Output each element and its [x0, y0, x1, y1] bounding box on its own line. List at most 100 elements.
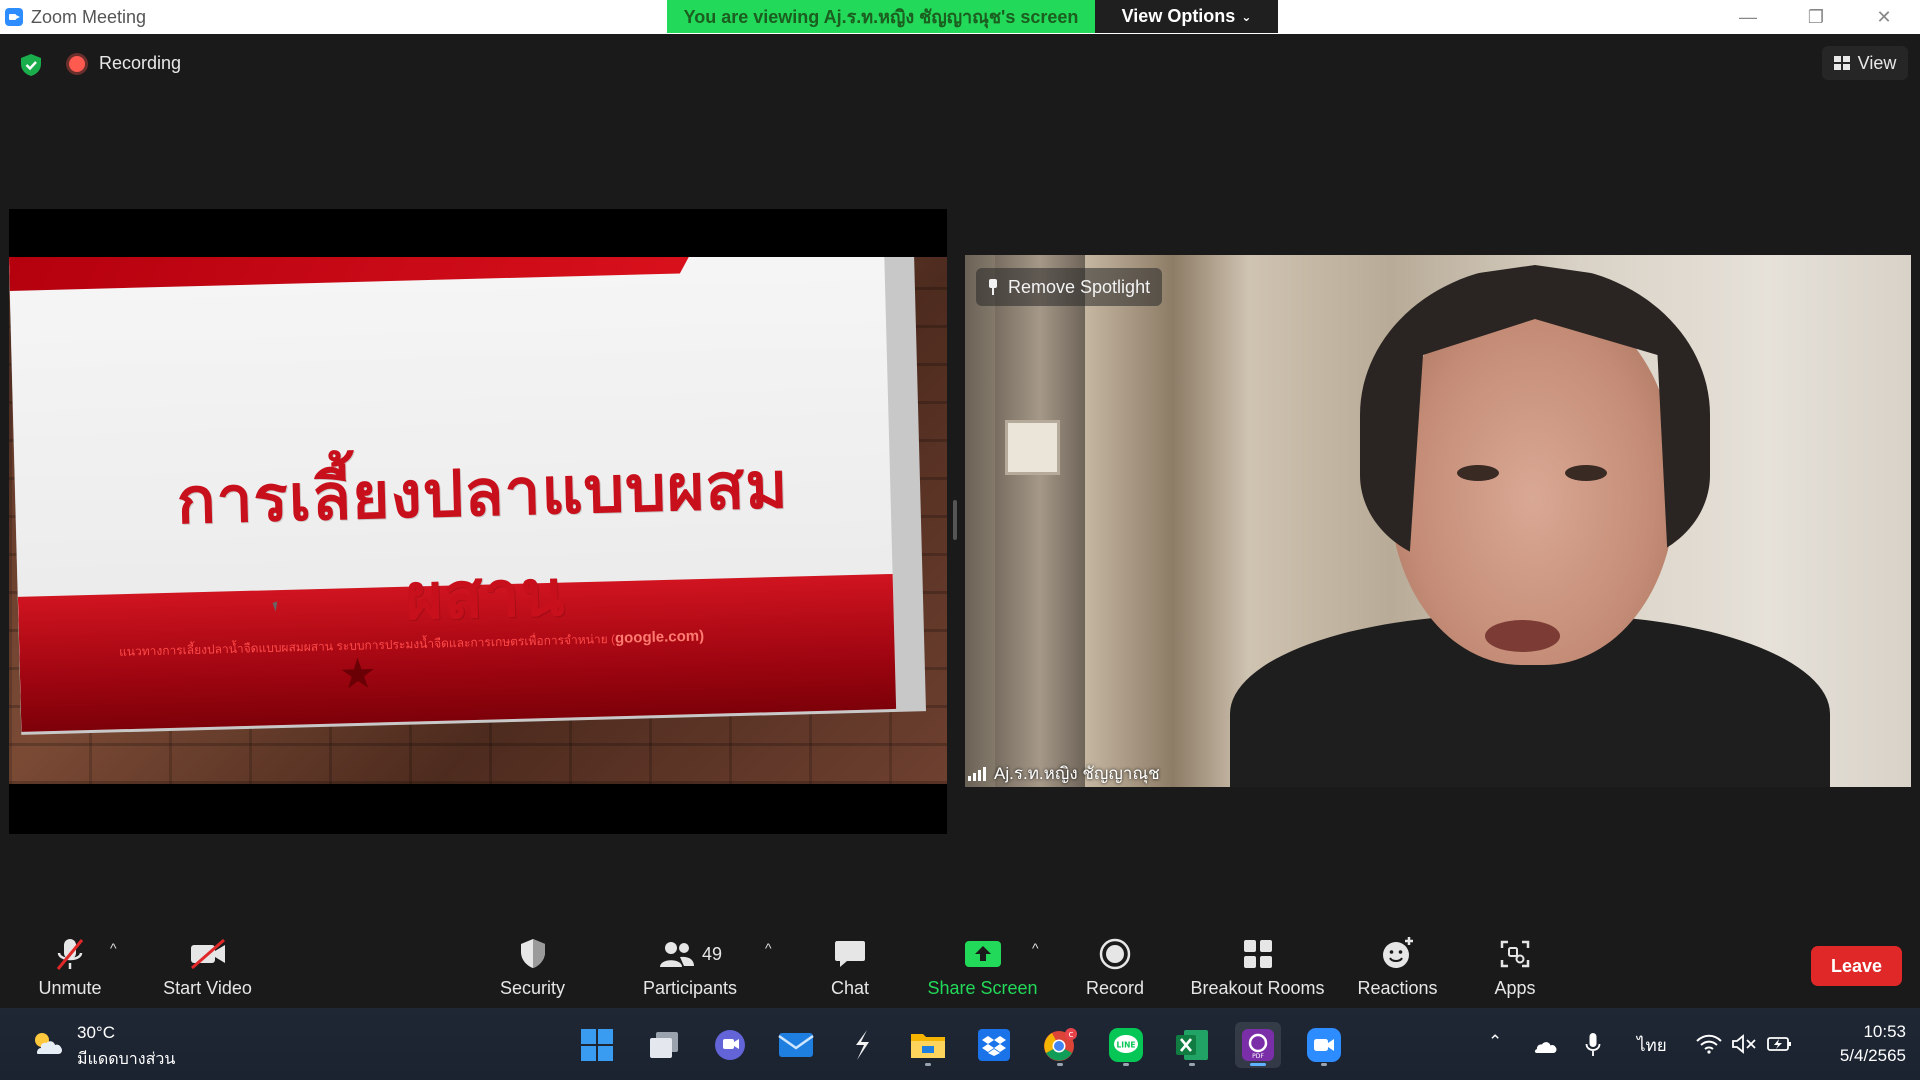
task-view-icon: [650, 1032, 678, 1058]
chrome-button[interactable]: c: [1037, 1022, 1083, 1068]
battery-charging-icon[interactable]: [1766, 1034, 1794, 1054]
app-s-button[interactable]: [839, 1022, 885, 1068]
video-background-door: [995, 255, 1085, 787]
breakout-rooms-label: Breakout Rooms: [1190, 978, 1325, 998]
breakout-rooms-button[interactable]: Breakout Rooms: [1185, 922, 1330, 1008]
recording-label: Recording: [99, 53, 182, 73]
share-screen-arrow-icon: [964, 941, 1001, 967]
microphone-muted-icon: [56, 939, 84, 970]
start-video-button[interactable]: Start Video: [155, 922, 260, 1008]
recording-indicator-icon: [69, 56, 85, 72]
line-button[interactable]: LINE: [1103, 1022, 1149, 1068]
pin-icon: [988, 279, 998, 295]
teams-chat-button[interactable]: [707, 1022, 753, 1068]
record-button[interactable]: Record: [1080, 922, 1150, 1008]
share-screen-button[interactable]: Share Screen: [920, 922, 1045, 1008]
meeting-security-shield-icon[interactable]: [18, 52, 44, 78]
share-options-caret-icon[interactable]: ^: [1032, 940, 1039, 956]
running-indicator: [925, 1063, 931, 1066]
participant-eye-right: [1565, 465, 1607, 481]
dropbox-icon: [978, 1029, 1010, 1061]
weather-description[interactable]: มีแดดบางส่วน: [77, 1047, 175, 1072]
teams-chat-icon: [715, 1030, 745, 1060]
signal-strength-icon: [968, 766, 986, 781]
viewing-screen-banner: You are viewing Aj.ร.ท.หญิง ชัญญาณุช's s…: [667, 0, 1095, 33]
security-button[interactable]: Security: [490, 922, 575, 1008]
view-options-button[interactable]: View Options ⌄: [1095, 0, 1278, 33]
shared-screen[interactable]: การเลี้ยงปลาแบบผสมผสาน แนวทางการเลี้ยงปล…: [9, 209, 947, 834]
restore-button[interactable]: ❐: [1782, 0, 1850, 34]
wifi-icon[interactable]: [1696, 1034, 1722, 1054]
mail-button[interactable]: [773, 1022, 819, 1068]
security-shield-icon: [520, 939, 545, 968]
apps-button[interactable]: Apps: [1485, 922, 1545, 1008]
microphone-in-use-icon[interactable]: [1585, 1032, 1601, 1058]
taskbar-clock-time[interactable]: 10:53: [1816, 1022, 1906, 1042]
zoom-app-icon: [5, 8, 23, 26]
slide-title: การเลี้ยงปลาแบบผสมผสาน: [175, 448, 790, 636]
reactions-label: Reactions: [1357, 978, 1438, 998]
participant-name-tag: Aj.ร.ท.หญิง ชัญญาณุช: [968, 760, 1160, 787]
remove-spotlight-label: Remove Spotlight: [1008, 276, 1151, 297]
star-icon: ★: [338, 649, 378, 698]
audio-options-caret-icon[interactable]: ^: [110, 940, 117, 956]
window-title: Zoom Meeting: [31, 7, 147, 27]
share-screen-label: Share Screen: [927, 978, 1038, 998]
leave-button[interactable]: Leave: [1811, 946, 1902, 986]
running-indicator: [1189, 1063, 1195, 1066]
slide-top-stripe: [9, 257, 699, 292]
slide-subtitle-link: google.com): [614, 627, 705, 647]
meeting-toolbar: Unmute ^ Start Video Security 49 Partici…: [0, 922, 1920, 1008]
record-icon: [1099, 938, 1131, 970]
taskbar-clock-date[interactable]: 5/4/2565: [1816, 1046, 1906, 1066]
presentation-slide: การเลี้ยงปลาแบบผสมผสาน แนวทางการเลี้ยงปล…: [9, 257, 947, 784]
panel-splitter-handle[interactable]: [953, 500, 957, 540]
zoom-taskbar-button[interactable]: [1301, 1022, 1347, 1068]
participants-icon: [659, 942, 694, 967]
chat-button[interactable]: Chat: [820, 922, 880, 1008]
participant-mouth: [1485, 620, 1560, 652]
unmute-button[interactable]: Unmute: [30, 922, 110, 1008]
minimize-button[interactable]: —: [1714, 0, 1782, 34]
mail-icon: [778, 1033, 814, 1057]
excel-button[interactable]: [1169, 1022, 1215, 1068]
pdf-app-button[interactable]: PDF: [1235, 1022, 1281, 1068]
task-view-button[interactable]: [641, 1022, 687, 1068]
weather-temperature[interactable]: 30°C: [77, 1023, 115, 1043]
participant-eye-left: [1457, 465, 1499, 481]
grid-layout-icon: [1833, 56, 1850, 70]
svg-text:LINE: LINE: [1117, 1041, 1136, 1050]
file-explorer-button[interactable]: [905, 1022, 951, 1068]
participants-options-caret-icon[interactable]: ^: [765, 940, 772, 956]
app-s-icon: [856, 1030, 869, 1060]
remove-spotlight-button[interactable]: Remove Spotlight: [976, 268, 1162, 306]
active-indicator: [1250, 1063, 1266, 1066]
reactions-button[interactable]: Reactions: [1355, 922, 1440, 1008]
chat-bubble-icon: [835, 941, 865, 967]
input-language-indicator[interactable]: ไทย: [1637, 1032, 1667, 1059]
participants-button[interactable]: 49 Participants: [635, 922, 745, 1008]
close-button[interactable]: ✕: [1850, 0, 1918, 34]
zoom-icon: [1307, 1028, 1341, 1062]
view-label: View: [1857, 52, 1897, 73]
onedrive-cloud-icon[interactable]: [1532, 1036, 1558, 1054]
running-indicator: [1057, 1063, 1063, 1066]
chrome-badge: c: [1069, 1030, 1074, 1040]
excel-icon: [1176, 1030, 1208, 1060]
weather-partly-sunny-icon[interactable]: [30, 1030, 64, 1056]
windows-taskbar: [0, 1008, 1920, 1080]
running-indicator: [1321, 1063, 1327, 1066]
video-camera-off-icon: [190, 938, 225, 970]
participant-name: Aj.ร.ท.หญิง ชัญญาณุช: [994, 764, 1160, 783]
view-layout-button[interactable]: View: [1822, 46, 1908, 80]
view-options-label: View Options: [1121, 6, 1236, 26]
speaker-muted-icon[interactable]: [1731, 1034, 1757, 1054]
dropbox-button[interactable]: [971, 1022, 1017, 1068]
participant-video-tile[interactable]: [965, 255, 1911, 787]
participants-label: Participants: [642, 978, 738, 998]
running-indicator: [1123, 1063, 1129, 1066]
show-hidden-icons-chevron-icon[interactable]: ⌃: [1488, 1032, 1502, 1052]
breakout-rooms-icon: [1243, 940, 1272, 968]
record-label: Record: [1085, 978, 1145, 998]
windows-start-button[interactable]: [574, 1022, 620, 1068]
